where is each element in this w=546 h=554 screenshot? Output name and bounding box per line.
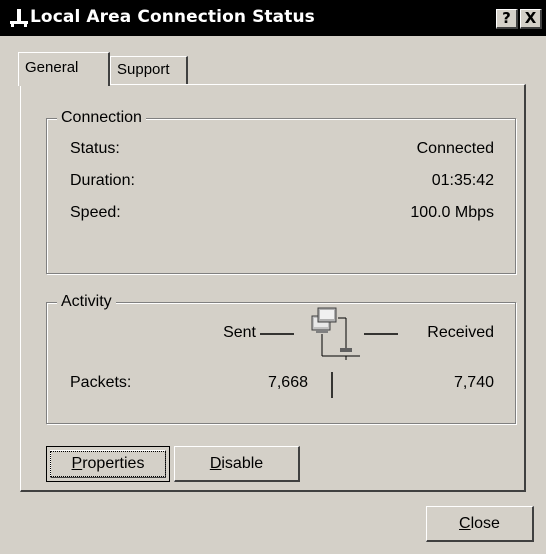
connection-group-title: Connection bbox=[57, 109, 146, 127]
duration-value: 01:35:42 bbox=[431, 172, 494, 189]
speed-value: 100.0 Mbps bbox=[410, 204, 494, 221]
speed-label: Speed: bbox=[70, 204, 121, 221]
disable-button[interactable]: Disable bbox=[174, 446, 300, 482]
tab-general[interactable]: General bbox=[18, 52, 110, 86]
close-button[interactable]: Close bbox=[426, 506, 534, 542]
tab-support-label: Support bbox=[117, 61, 170, 78]
tab-support[interactable]: Support bbox=[110, 56, 188, 84]
properties-label-rest: roperties bbox=[82, 455, 145, 472]
sent-label: Sent bbox=[223, 324, 256, 341]
received-label: Received bbox=[427, 324, 494, 341]
activity-group-title: Activity bbox=[57, 293, 116, 311]
status-label: Status: bbox=[70, 140, 120, 157]
duration-label: Duration: bbox=[70, 172, 135, 189]
close-label-rest: lose bbox=[470, 515, 500, 532]
disable-label-rest: isable bbox=[221, 455, 264, 472]
close-mnemonic: C bbox=[459, 515, 471, 532]
close-window-button[interactable]: X bbox=[520, 9, 542, 29]
title-bar[interactable]: Local Area Connection Status ? X bbox=[0, 0, 546, 36]
packets-received-value: 7,740 bbox=[453, 374, 494, 391]
properties-button-label: Properties bbox=[47, 455, 169, 473]
network-activity-graphic bbox=[260, 307, 398, 398]
tab-general-label: General bbox=[25, 59, 79, 76]
network-computers-icon bbox=[311, 307, 360, 360]
help-button[interactable]: ? bbox=[496, 9, 518, 29]
disable-mnemonic: D bbox=[209, 455, 222, 472]
status-value: Connected bbox=[416, 140, 494, 157]
close-button-label: Close bbox=[427, 515, 532, 533]
network-connection-icon bbox=[10, 9, 28, 27]
window-title: Local Area Connection Status bbox=[30, 7, 315, 27]
properties-mnemonic: P bbox=[71, 455, 83, 472]
packets-label: Packets: bbox=[70, 374, 132, 391]
properties-button[interactable]: Properties bbox=[46, 446, 170, 482]
disable-button-label: Disable bbox=[175, 455, 298, 473]
connection-status-dialog: Local Area Connection Status ? X General… bbox=[0, 0, 546, 554]
